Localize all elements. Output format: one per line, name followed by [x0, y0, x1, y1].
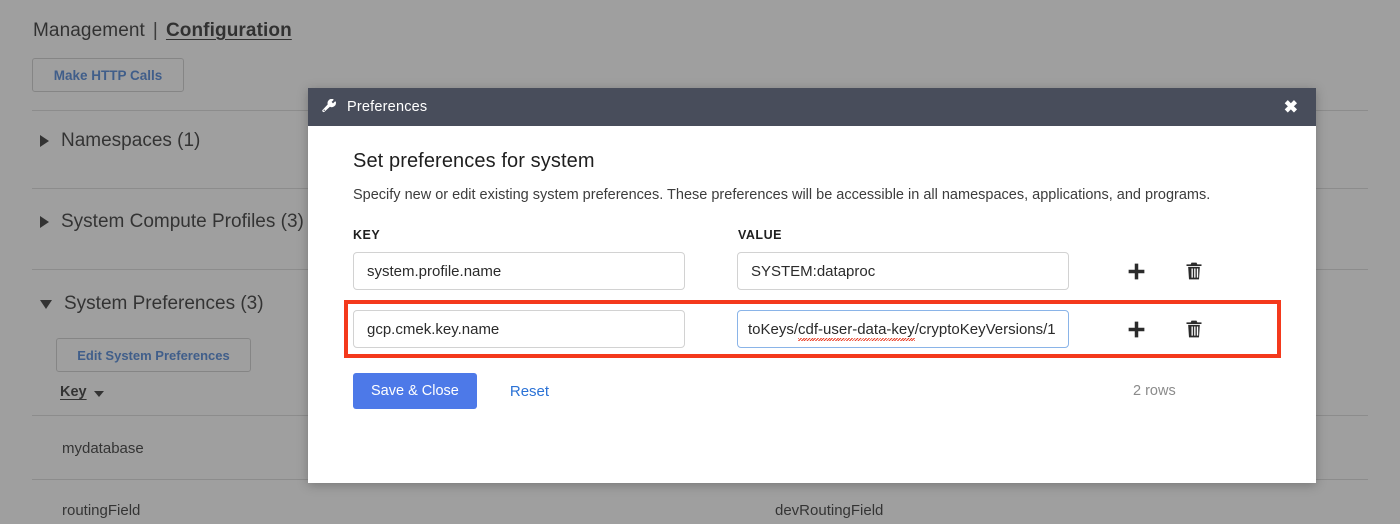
preference-value-input[interactable]	[737, 252, 1069, 291]
preference-value-input[interactable]: toKeys/cdf-user-data-key/cryptoKeyVersio…	[737, 310, 1069, 349]
value-misspelled-word: cdf-user-data-key	[798, 320, 915, 341]
trash-icon[interactable]	[1182, 316, 1206, 342]
preferences-modal: Preferences ✖ Set preferences for system…	[308, 88, 1316, 483]
value-prefix: toKeys/	[748, 320, 799, 338]
preference-row	[353, 251, 1272, 291]
row-actions	[1124, 316, 1206, 342]
row-actions	[1124, 258, 1206, 284]
save-button[interactable]: Save & Close	[353, 373, 477, 410]
kv-column-headers: KEY VALUE	[353, 228, 1272, 242]
close-icon[interactable]: ✖	[1278, 95, 1304, 120]
plus-icon[interactable]	[1124, 258, 1148, 284]
wrench-icon	[322, 99, 336, 113]
trash-icon[interactable]	[1182, 258, 1206, 284]
modal-footer: Save & Close Reset 2 rows	[353, 373, 1272, 410]
column-header-value: VALUE	[738, 228, 782, 243]
preference-key-input[interactable]	[353, 310, 685, 349]
modal-description: Specify new or edit existing system pref…	[353, 187, 1211, 203]
value-suffix: /cryptoKeyVersions/1	[914, 320, 1056, 338]
rows-count: 2 rows	[1133, 383, 1176, 400]
preference-row-highlighted: toKeys/cdf-user-data-key/cryptoKeyVersio…	[344, 300, 1281, 359]
modal-body: Set preferences for system Specify new o…	[308, 126, 1316, 483]
plus-icon[interactable]	[1124, 316, 1148, 342]
modal-title: Preferences	[347, 99, 428, 115]
modal-header: Preferences ✖	[308, 88, 1316, 126]
column-header-key: KEY	[353, 228, 381, 243]
preference-key-input[interactable]	[353, 252, 685, 291]
screen-root: Management|Configuration Make HTTP Calls…	[0, 0, 1400, 524]
reset-link[interactable]: Reset	[510, 383, 549, 400]
page-title: Set preferences for system	[353, 150, 595, 172]
